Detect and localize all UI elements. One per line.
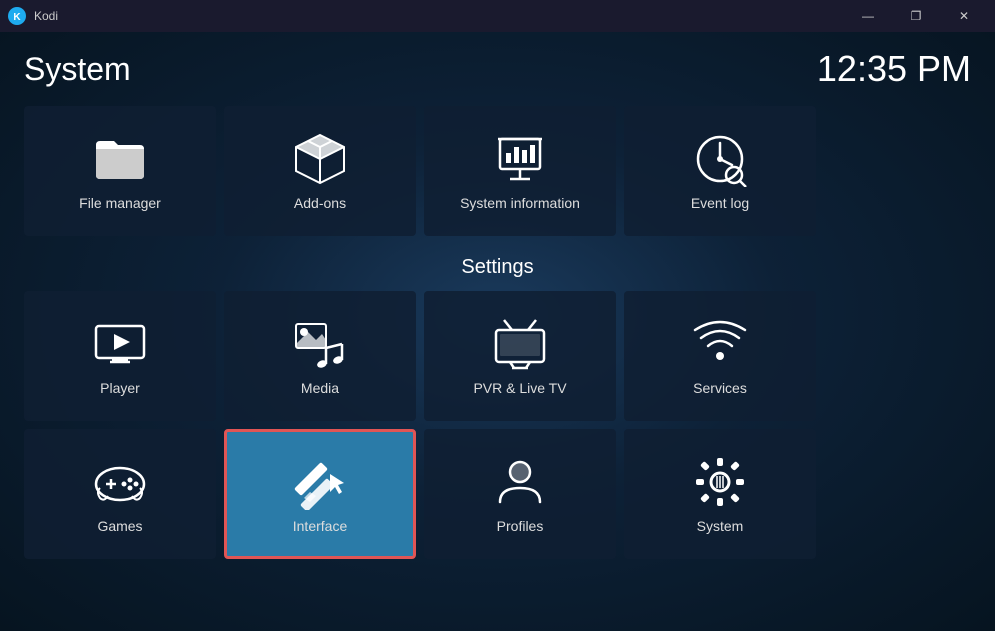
tile-games[interactable]: Games — [24, 429, 216, 559]
minimize-button[interactable]: — — [845, 0, 891, 32]
folder-icon — [92, 131, 148, 187]
svg-text:K: K — [13, 12, 21, 23]
services-icon — [692, 316, 748, 372]
tile-system[interactable]: System — [624, 429, 816, 559]
tile-event-log-label: Event log — [691, 195, 749, 211]
system-gear-icon — [692, 454, 748, 510]
tile-pvr-live-tv[interactable]: PVR & Live TV — [424, 291, 616, 421]
titlebar: K Kodi — ❐ ✕ — [0, 0, 995, 32]
tile-player[interactable]: Player — [24, 291, 216, 421]
tile-add-ons[interactable]: Add-ons — [224, 106, 416, 236]
kodi-logo-icon: K — [8, 7, 26, 25]
gamepad-icon — [92, 454, 148, 510]
tile-pvr-label: PVR & Live TV — [473, 380, 566, 396]
settings-section-label: Settings — [24, 256, 971, 279]
system-info-icon — [492, 131, 548, 187]
clock-display: 12:35 PM — [817, 48, 971, 90]
tv-icon — [492, 316, 548, 372]
tile-interface[interactable]: Interface — [224, 429, 416, 559]
app-title: Kodi — [34, 9, 58, 23]
tile-system-label: System — [697, 518, 744, 534]
tile-services-label: Services — [693, 380, 747, 396]
maximize-button[interactable]: ❐ — [893, 0, 939, 32]
tile-interface-label: Interface — [293, 518, 347, 534]
tile-file-manager[interactable]: File manager — [24, 106, 216, 236]
media-icon — [292, 316, 348, 372]
tile-file-manager-label: File manager — [79, 195, 161, 211]
event-log-icon — [692, 131, 748, 187]
main-content: System 12:35 PM File manager — [0, 32, 995, 631]
tile-add-ons-label: Add-ons — [294, 195, 346, 211]
header: System 12:35 PM — [24, 48, 971, 90]
tile-player-label: Player — [100, 380, 140, 396]
tile-event-log[interactable]: Event log — [624, 106, 816, 236]
tile-media-label: Media — [301, 380, 339, 396]
player-icon — [92, 316, 148, 372]
settings-row-2: Games Interface Profiles — [24, 429, 971, 559]
close-button[interactable]: ✕ — [941, 0, 987, 32]
tile-system-information-label: System information — [460, 195, 580, 211]
settings-row-1: Player Media — [24, 291, 971, 421]
tile-services[interactable]: Services — [624, 291, 816, 421]
titlebar-left: K Kodi — [8, 7, 58, 25]
tile-profiles[interactable]: Profiles — [424, 429, 616, 559]
interface-icon — [292, 454, 348, 510]
profile-icon — [492, 454, 548, 510]
tile-games-label: Games — [97, 518, 142, 534]
tile-profiles-label: Profiles — [497, 518, 544, 534]
box-icon — [292, 131, 348, 187]
top-tiles-row: File manager Add-ons — [24, 106, 971, 236]
window-controls: — ❐ ✕ — [845, 0, 987, 32]
tile-media[interactable]: Media — [224, 291, 416, 421]
page-title: System — [24, 51, 131, 88]
tile-system-information[interactable]: System information — [424, 106, 616, 236]
